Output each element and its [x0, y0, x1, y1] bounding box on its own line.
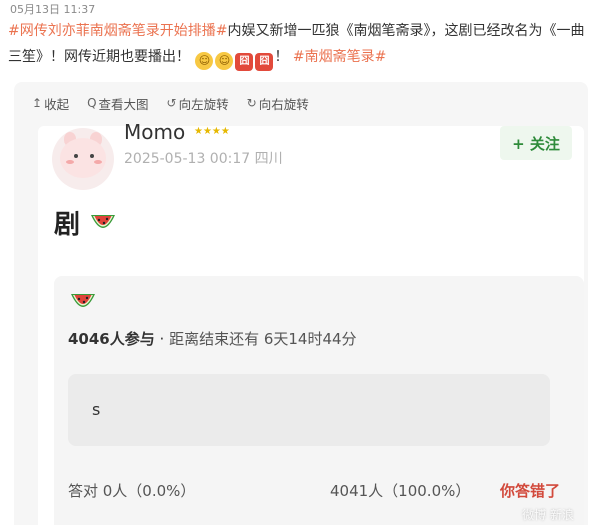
result-correct: 答对 0人（0.0%） [68, 482, 196, 500]
post-text: #网传刘亦菲南烟斋笔录开始排播#内娱又新增一匹狼《南烟笔斋录》，这剧已经改名为《… [8, 18, 592, 71]
post-meta: 2025-05-13 00:17 四川 [124, 151, 283, 167]
rotate-right-label: 向右旋转 [258, 96, 309, 112]
view-large-button[interactable]: Q 查看大图 [87, 94, 148, 112]
poll-stats: 4046人参与 · 距离结束还有 6天14时44分 [68, 328, 357, 349]
watermelon-icon [91, 215, 116, 228]
stats-separator: · [154, 330, 170, 348]
collapse-button[interactable]: ↥ 收起 [32, 94, 69, 112]
title-text: 剧 [54, 210, 81, 240]
rotate-left-label: 向左旋转 [178, 96, 229, 112]
rotate-right-button[interactable]: ↻ 向右旋转 [247, 94, 309, 112]
view-large-label: 查看大图 [98, 96, 149, 112]
rotate-left-icon: ↺ [166, 96, 177, 110]
face-emoji: ☺ [195, 52, 214, 70]
post-body-text-end: ！ [274, 49, 289, 65]
poll-deadline: 距离结束还有 6天14时44分 [169, 330, 357, 348]
result-count: 4041人（100.0%） [330, 482, 471, 500]
screenshot-card: Momo ★★★★ 2025-05-13 00:17 四川 + 关注 剧 404… [38, 120, 584, 525]
avatar-face [60, 138, 106, 178]
hashtag-link[interactable]: #南烟斋笔录# [293, 49, 386, 65]
avatar-eye [74, 154, 78, 158]
collapse-icon: ↥ [32, 96, 43, 110]
rotate-left-button[interactable]: ↺ 向左旋转 [167, 94, 229, 112]
poll-option[interactable]: s [68, 374, 550, 446]
hashtag-link[interactable]: #网传刘亦菲南烟斋笔录开始排播# [8, 23, 227, 39]
username[interactable]: Momo [124, 120, 185, 144]
collapse-label: 收起 [44, 96, 70, 112]
jiong-emoji: 囧 [255, 53, 274, 71]
post-title: 剧 [54, 204, 117, 241]
poll-box: 4046人参与 · 距离结束还有 6天14时44分 s 答对 0人（0.0%） … [54, 276, 584, 525]
avatar-cheek [94, 160, 102, 164]
follow-button[interactable]: + 关注 [500, 126, 572, 160]
watermark: 微博 新浪 [522, 508, 574, 522]
media-box: ↥ 收起 Q 查看大图 ↺ 向左旋转 ↻ 向右旋转 Momo ★★★★ 2025… [14, 82, 588, 525]
jiong-emoji: 囧 [235, 53, 254, 71]
face-emoji: ☺ [215, 52, 234, 70]
result-wrong-label: 你答错了 [500, 482, 561, 500]
avatar[interactable] [52, 128, 114, 190]
image-toolbar: ↥ 收起 Q 查看大图 ↺ 向左旋转 ↻ 向右旋转 [32, 94, 327, 112]
search-icon: Q [87, 96, 97, 110]
participant-count: 4046人参与 [68, 330, 155, 348]
watermelon-icon [71, 294, 95, 307]
avatar-eye [90, 154, 94, 158]
rotate-right-icon: ↻ [246, 96, 257, 110]
user-badge: ★★★★ [194, 126, 230, 137]
avatar-cheek [66, 160, 74, 164]
poll-option-label: s [92, 400, 101, 419]
post-timestamp: 05月13日 11:37 [10, 3, 96, 16]
